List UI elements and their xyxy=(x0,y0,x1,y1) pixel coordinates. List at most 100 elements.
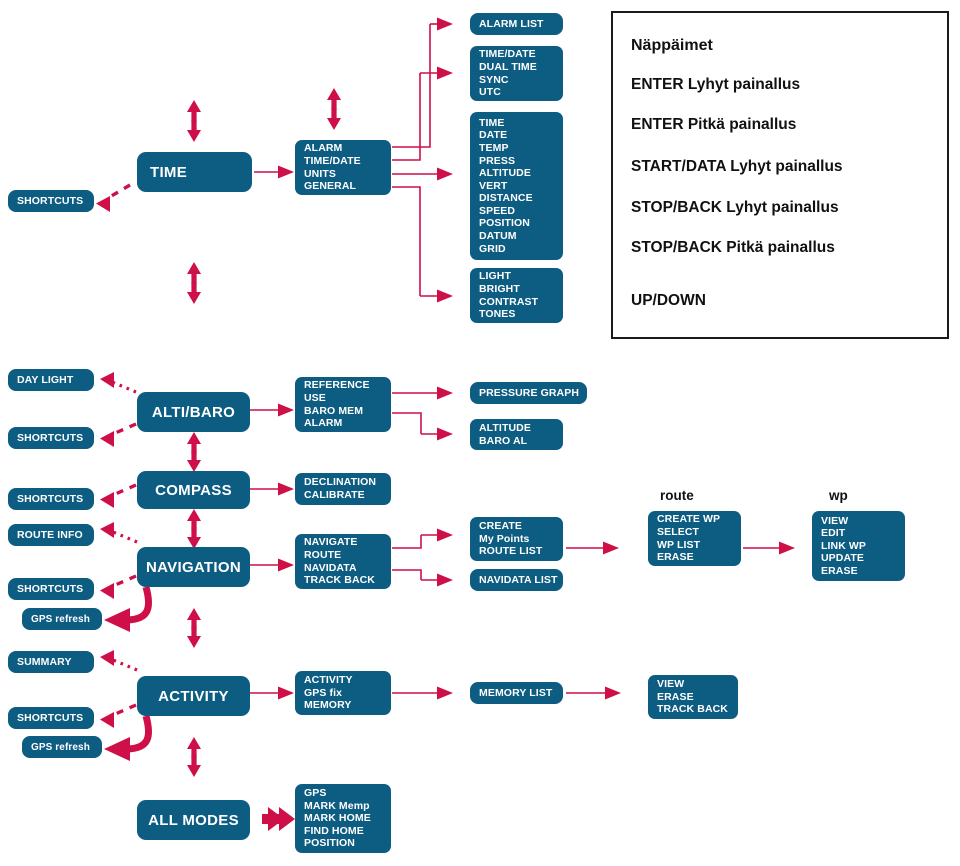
menu-item: NAVIGATE xyxy=(304,536,358,549)
arrow-time-to-timemenu xyxy=(254,165,294,179)
node-label: SHORTCUTS xyxy=(17,583,84,595)
node-label: SHORTCUTS xyxy=(17,712,84,724)
menu-item: MARK HOME xyxy=(304,812,371,825)
node-alarm-list[interactable]: ALARM LIST xyxy=(470,13,563,35)
node-nav-gps-refresh[interactable]: GPS refresh xyxy=(22,608,102,630)
menu-item: ERASE xyxy=(657,551,694,564)
legend-row-updown: UP/DOWN xyxy=(631,292,706,309)
arrow-activity-to-summary xyxy=(100,650,138,672)
node-mode-compass[interactable]: COMPASS xyxy=(137,471,250,509)
updown-above-time xyxy=(187,100,201,142)
arrow-alti-to-altimenu xyxy=(250,403,294,417)
node-summary[interactable]: SUMMARY xyxy=(8,651,94,673)
node-time-shortcuts[interactable]: SHORTCUTS xyxy=(8,190,94,212)
node-activity-gps-refresh[interactable]: GPS refresh xyxy=(22,736,102,758)
menu-item: CREATE WP xyxy=(657,513,721,526)
arrow-compass-to-shortcuts xyxy=(100,483,137,508)
node-time-date-menu[interactable]: TIME/DATE DUAL TIME SYNC UTC xyxy=(470,46,563,101)
arrow-route-to-wp xyxy=(743,541,795,555)
menu-item: GENERAL xyxy=(304,180,357,193)
node-label: NAVIGATION xyxy=(146,558,241,576)
menu-item: NAVIDATA xyxy=(304,561,357,574)
menu-item: USE xyxy=(304,391,326,404)
node-pressure-graph[interactable]: PRESSURE GRAPH xyxy=(470,382,587,404)
updown-compass-navigation xyxy=(187,509,201,549)
arrow-timedate-to-timedatemenu xyxy=(392,66,453,161)
node-label: COMPASS xyxy=(155,481,232,499)
arrow-memorylist-to-memorysub xyxy=(566,686,621,700)
arrow-alti-to-daylight xyxy=(100,372,137,394)
node-label: ROUTE INFO xyxy=(17,529,83,541)
menu-item: VIEW xyxy=(821,514,849,527)
node-activity-shortcuts[interactable]: SHORTCUTS xyxy=(8,707,94,729)
node-alti-shortcuts[interactable]: SHORTCUTS xyxy=(8,427,94,449)
menu-item: CREATE xyxy=(479,520,522,533)
arrow-units-to-unitsmenu xyxy=(392,167,453,181)
node-activity-menu[interactable]: ACTIVITY GPS fix MEMORY xyxy=(295,671,391,715)
arrow-alti-to-shortcuts xyxy=(100,422,137,447)
node-compass-shortcuts[interactable]: SHORTCUTS xyxy=(8,488,94,510)
menu-item: GPS fix xyxy=(304,686,343,699)
menu-item: DECLINATION xyxy=(304,476,377,489)
node-navigation-menu[interactable]: NAVIGATE ROUTE NAVIDATA TRACK BACK xyxy=(295,534,391,589)
node-navidata-list[interactable]: NAVIDATA LIST xyxy=(470,569,563,591)
node-compass-menu[interactable]: DECLINATION CALIBRATE xyxy=(295,473,391,505)
legend-row-startdata-short: START/DATA Lyhyt painallus xyxy=(631,158,843,175)
menu-item: TIME xyxy=(479,116,505,129)
menu-item: MARK Memp xyxy=(304,799,370,812)
menu-item: CALIBRATE xyxy=(304,489,365,501)
node-time-main-menu[interactable]: ALARM TIME/DATE UNITS GENERAL xyxy=(295,140,391,195)
menu-item: DATE xyxy=(479,129,508,142)
arrow-activity-to-shortcuts xyxy=(100,703,137,728)
node-nav-shortcuts[interactable]: SHORTCUTS xyxy=(8,578,94,600)
menu-item: SELECT xyxy=(657,525,700,538)
node-memory-submenu[interactable]: VIEW ERASE TRACK BACK xyxy=(648,675,738,719)
node-label: ALL MODES xyxy=(148,811,239,829)
menu-item: EDIT xyxy=(821,527,846,540)
arrow-altimenu-to-pressuregraph xyxy=(392,386,453,400)
menu-diagram: SHORTCUTS TIME ALARM TIME/DATE UNITS GEN… xyxy=(0,0,960,866)
menu-item: LIGHT xyxy=(479,270,511,283)
node-memory-list[interactable]: MEMORY LIST xyxy=(470,682,563,704)
node-all-modes-menu[interactable]: GPS MARK Memp MARK HOME FIND HOME POSITI… xyxy=(295,784,391,853)
node-label: ACTIVITY xyxy=(158,687,229,705)
node-route-submenu[interactable]: CREATE WP SELECT WP LIST ERASE xyxy=(648,511,741,566)
menu-item: SPEED xyxy=(479,204,516,217)
node-mode-time[interactable]: TIME xyxy=(137,152,252,192)
menu-item: BARO AL xyxy=(479,434,528,447)
arrow-alarm-to-alarmlist xyxy=(392,17,453,148)
menu-item: TONES xyxy=(479,308,516,321)
menu-item: WP LIST xyxy=(657,538,701,551)
node-day-light[interactable]: DAY LIGHT xyxy=(8,369,94,391)
menu-item: ROUTE LIST xyxy=(479,545,543,558)
menu-item: PRESSURE GRAPH xyxy=(479,387,580,399)
node-alti-main-menu[interactable]: REFERENCE USE BARO MEM ALARM xyxy=(295,377,391,432)
menu-item: TIME/DATE xyxy=(479,48,536,61)
node-altitude-baro-menu[interactable]: ALTITUDE BARO AL xyxy=(470,419,563,450)
menu-item: GRID xyxy=(479,242,506,255)
node-units-menu[interactable]: TIME DATE TEMP PRESS ALTITUDE VERT DISTA… xyxy=(470,112,563,260)
node-mode-all-modes[interactable]: ALL MODES xyxy=(137,800,250,840)
arrow-activitymenu-to-memorylist xyxy=(392,686,453,700)
arrow-altimenu-to-altitudebaro xyxy=(392,412,453,441)
node-mode-alti-baro[interactable]: ALTI/BARO xyxy=(137,392,250,432)
node-label: GPS refresh xyxy=(31,741,90,753)
arrow-navmenu-to-navidatalist xyxy=(392,569,453,587)
menu-item: TRACK BACK xyxy=(304,574,375,587)
node-route-info[interactable]: ROUTE INFO xyxy=(8,524,94,546)
menu-item: DUAL TIME xyxy=(479,60,537,73)
menu-item: MEMORY xyxy=(304,699,352,712)
menu-item: MEMORY LIST xyxy=(479,687,553,699)
node-wp-submenu[interactable]: VIEW EDIT LINK WP UPDATE ERASE xyxy=(812,511,905,581)
updown-above-timemenu xyxy=(327,88,341,130)
menu-item: ALARM xyxy=(304,417,343,430)
node-general-menu[interactable]: LIGHT BRIGHT CONTRAST TONES xyxy=(470,268,563,323)
menu-item: UNITS xyxy=(304,167,336,180)
node-label: DAY LIGHT xyxy=(17,374,74,386)
node-navigate-submenu[interactable]: CREATE My Points ROUTE LIST xyxy=(470,517,563,561)
group-label-route: route xyxy=(660,488,694,503)
node-mode-navigation[interactable]: NAVIGATION xyxy=(137,547,250,587)
node-mode-activity[interactable]: ACTIVITY xyxy=(137,676,250,716)
updown-below-time xyxy=(187,262,201,304)
menu-item: FIND HOME xyxy=(304,824,364,837)
